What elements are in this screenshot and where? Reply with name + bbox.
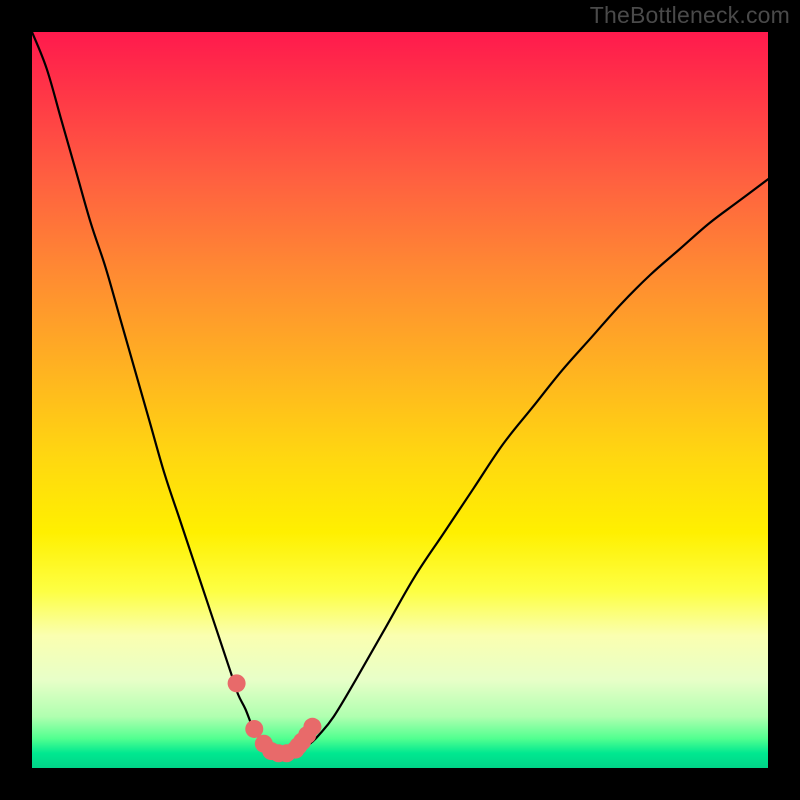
chart-frame: TheBottleneck.com bbox=[0, 0, 800, 800]
watermark-text: TheBottleneck.com bbox=[590, 2, 790, 29]
curve-marker bbox=[245, 720, 263, 738]
curve-marker bbox=[228, 674, 246, 692]
plot-area bbox=[32, 32, 768, 768]
bottleneck-curve bbox=[32, 32, 768, 754]
curve-layer bbox=[32, 32, 768, 768]
curve-marker bbox=[303, 718, 321, 736]
curve-markers bbox=[228, 674, 322, 762]
